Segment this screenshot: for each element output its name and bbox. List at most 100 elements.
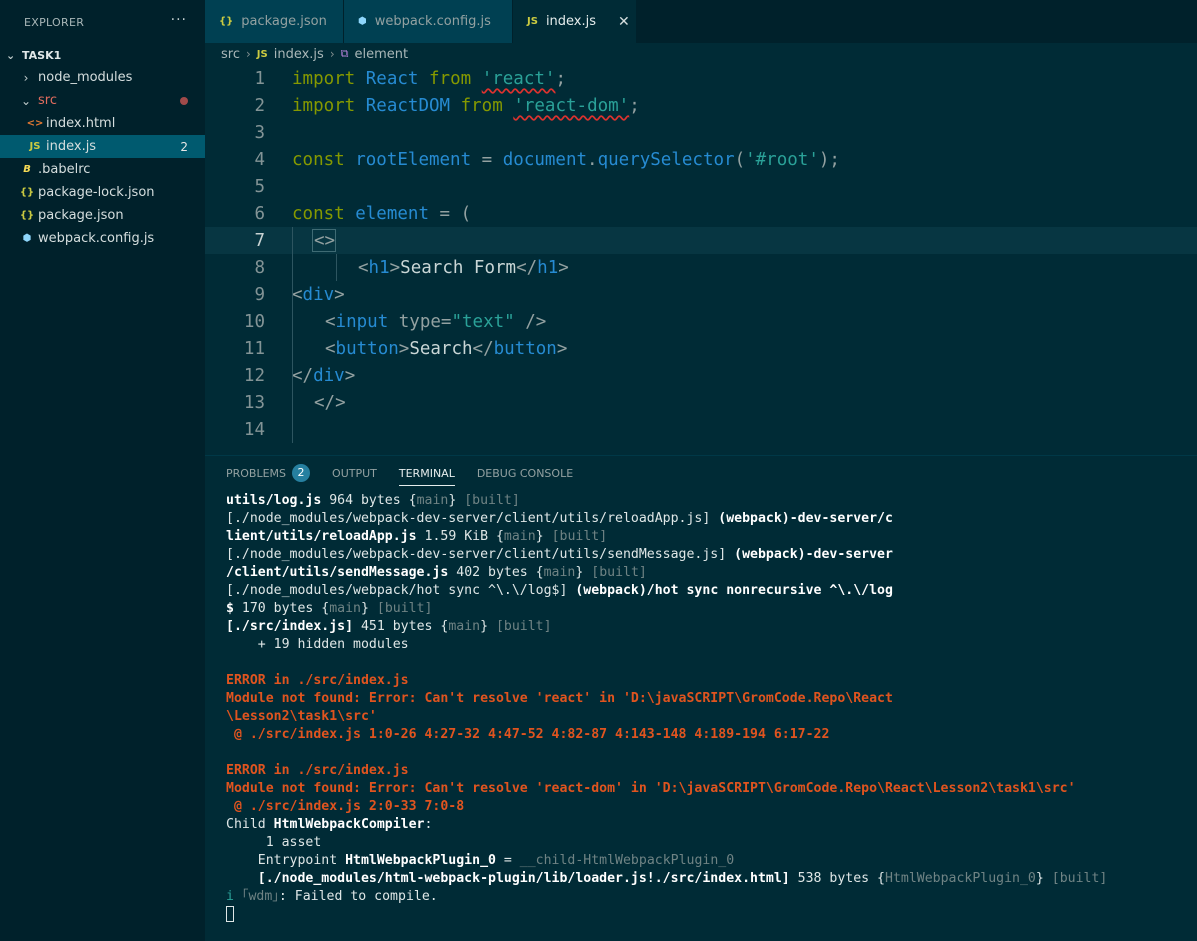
code-line: 10 <input type="text" /> [205, 308, 1197, 335]
terminal-line: [./node_modules/html-webpack-plugin/lib/… [226, 871, 1108, 886]
modified-dot-icon [180, 96, 188, 105]
folder-section-label: TASK1 [22, 48, 62, 62]
problems-count-badge: 2 [292, 464, 311, 482]
code-text: import ReactDOM from 'react-dom'; [292, 95, 640, 116]
tab-label: DEBUG CONSOLE [476, 466, 574, 480]
webpack-file-icon: ⬢ [358, 16, 367, 27]
code-text: <div> [292, 284, 345, 305]
code-text: const element = ( [292, 203, 472, 224]
symbol-icon: ⧉ [340, 47, 349, 60]
tab-label: PROBLEMS [226, 466, 287, 480]
tab-label: index.js [545, 14, 597, 29]
code-line: 5 [205, 173, 1197, 200]
js-file-icon: JS [29, 141, 41, 152]
close-tab-icon[interactable]: ✕ [618, 14, 630, 30]
folder-section-task1[interactable]: ⌄ TASK1 [0, 44, 205, 66]
more-actions-icon[interactable]: ··· [171, 12, 187, 28]
code-line: 6 const element = ( [205, 200, 1197, 227]
code-text: </div> [292, 365, 356, 386]
tree-item-label: package.json [38, 208, 124, 223]
line-number: 9 [254, 284, 265, 305]
terminal-line: + 19 hidden modules [226, 637, 409, 652]
json-file-icon: {} [19, 210, 35, 221]
tree-item-label: package-lock.json [38, 185, 155, 200]
terminal-line: Entrypoint HtmlWebpackPlugin_0 = __child… [226, 853, 735, 868]
code-line-current: 7 <> [205, 227, 1197, 254]
terminal-line: [./node_modules/webpack-dev-server/clien… [226, 511, 893, 526]
breadcrumb-folder[interactable]: src [221, 47, 240, 62]
line-number: 5 [254, 176, 265, 197]
tab-index-js[interactable]: JS index.js ✕ [513, 0, 637, 43]
indent-guide [336, 254, 337, 281]
terminal-line: 1 asset [226, 835, 322, 850]
terminal-line: /client/utils/sendMessage.js 402 bytes {… [226, 565, 647, 580]
explorer-sidebar: EXPLORER ··· ⌄ TASK1 › node_modules ⌄ sr… [0, 0, 205, 941]
tree-item-index-js[interactable]: JS index.js 2 [0, 135, 205, 158]
js-file-icon: JS [527, 16, 538, 27]
tab-problems[interactable]: PROBLEMS 2 [226, 456, 311, 490]
terminal-cursor [226, 906, 234, 922]
terminal-output[interactable]: utils/log.js 964 bytes {main} [built] [./… [226, 492, 1107, 924]
tab-label: TERMINAL [398, 466, 455, 480]
line-number: 7 [254, 230, 265, 251]
breadcrumb-file[interactable]: index.js [274, 47, 324, 62]
code-text: <button>Search</button> [325, 338, 568, 359]
code-text: import React from 'react'; [292, 68, 567, 89]
line-number: 6 [254, 203, 265, 224]
terminal-line: lient/utils/reloadApp.js 1.59 KiB {main}… [226, 529, 608, 544]
terminal-line: utils/log.js 964 bytes {main} [built] [226, 493, 520, 508]
code-line: 9 <div> [205, 281, 1197, 308]
terminal-line: [./node_modules/webpack/hot sync ^\.\/lo… [226, 583, 893, 598]
terminal-error-line: Module not found: Error: Can't resolve '… [226, 691, 893, 706]
problem-count-badge: 2 [180, 139, 188, 154]
tree-item-package-lock-json[interactable]: {} package-lock.json [0, 181, 205, 204]
tab-package-json[interactable]: {} package.json [205, 0, 344, 43]
code-text: const rootElement = document.querySelect… [292, 149, 840, 170]
tree-item-src[interactable]: ⌄ src [0, 89, 205, 112]
explorer-title: EXPLORER [24, 15, 85, 29]
babel-file-icon: B [23, 164, 31, 175]
terminal-line: $ 170 bytes {main} [built] [226, 601, 433, 616]
html-file-icon: <> [26, 118, 44, 129]
tree-item-label: node_modules [38, 70, 133, 85]
tab-output[interactable]: OUTPUT [332, 456, 377, 490]
editor-tab-bar: {} package.json ⬢ webpack.config.js JS i… [205, 0, 1197, 43]
terminal-error-line: @ ./src/index.js 2:0-33 7:0-8 [226, 799, 465, 814]
indent-guide [292, 227, 293, 443]
chevron-right-icon: › [23, 70, 29, 85]
tree-item-package-json[interactable]: {} package.json [0, 204, 205, 227]
explorer-header: EXPLORER ··· [0, 0, 205, 44]
code-editor[interactable]: 1 import React from 'react'; 2 import Re… [205, 65, 1197, 455]
tree-item-label: .babelrc [38, 162, 91, 177]
code-line: 4 const rootElement = document.querySele… [205, 146, 1197, 173]
line-number: 1 [254, 68, 265, 89]
tree-item-index-html[interactable]: <> index.html [0, 112, 205, 135]
terminal-line: Child HtmlWebpackCompiler: [226, 817, 433, 832]
breadcrumb-symbol[interactable]: element [355, 47, 409, 62]
terminal-line: [./node_modules/webpack-dev-server/clien… [226, 547, 893, 562]
tree-item-node-modules[interactable]: › node_modules [0, 66, 205, 89]
tree-item-babelrc[interactable]: B .babelrc [0, 158, 205, 181]
terminal-prompt[interactable] [226, 906, 1107, 924]
tab-terminal[interactable]: TERMINAL [398, 456, 455, 490]
code-line: 3 [205, 119, 1197, 146]
line-number: 2 [254, 95, 265, 116]
tree-item-webpack-config-js[interactable]: ⬢ webpack.config.js [0, 227, 205, 250]
code-line: 13 </> [205, 389, 1197, 416]
js-file-icon: JS [256, 48, 268, 60]
code-line: 2 import ReactDOM from 'react-dom'; [205, 92, 1197, 119]
terminal-error-line: ERROR in ./src/index.js [226, 763, 409, 778]
code-line: 8 <h1>Search Form</h1> [205, 254, 1197, 281]
tree-item-label: index.js [46, 139, 97, 154]
line-number: 10 [243, 311, 265, 332]
tab-debug-console[interactable]: DEBUG CONSOLE [477, 456, 573, 490]
terminal-line: i ｢wdm｣: Failed to compile. [226, 889, 438, 904]
tab-webpack-config-js[interactable]: ⬢ webpack.config.js [344, 0, 513, 43]
terminal-line: [./src/index.js] 451 bytes {main} [built… [226, 619, 552, 634]
code-line: 14 [205, 416, 1197, 443]
code-text: <h1>Search Form</h1> [358, 257, 569, 278]
terminal-error-line: Module not found: Error: Can't resolve '… [226, 781, 1076, 796]
code-line: 11 <button>Search</button> [205, 335, 1197, 362]
code-text: <input type="text" /> [325, 311, 547, 332]
chevron-down-icon: ⌄ [20, 93, 32, 108]
